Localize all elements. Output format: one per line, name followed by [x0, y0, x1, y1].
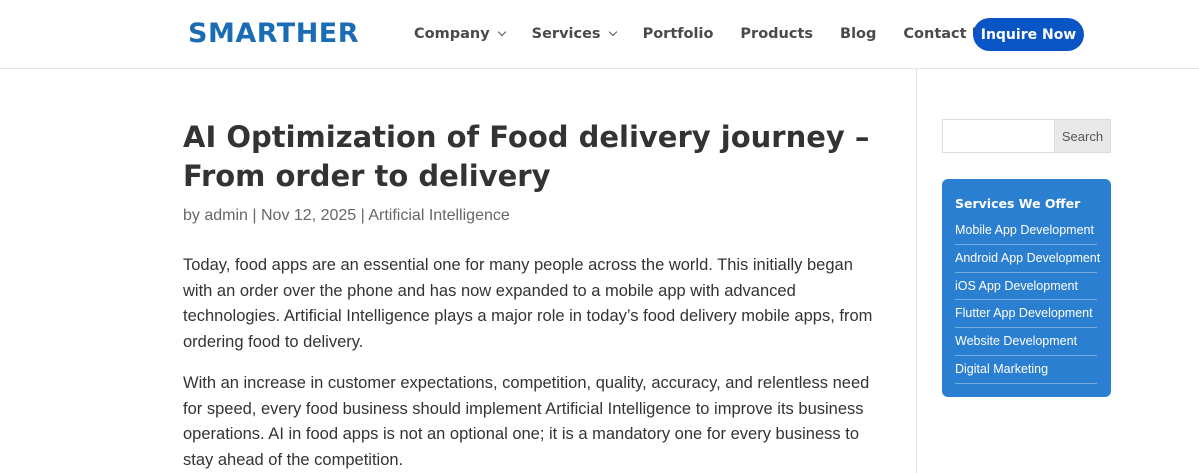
search-button[interactable]: Search — [1055, 119, 1111, 153]
chevron-down-icon — [608, 27, 617, 37]
service-link-mobile-app[interactable]: Mobile App Development — [955, 217, 1097, 245]
nav-item-label: Company — [414, 26, 490, 42]
article-title: AI Optimization of Food delivery journey… — [183, 120, 870, 193]
main-nav: Company Services Portfolio Products Blog… — [414, 22, 1019, 46]
service-link-flutter-app[interactable]: Flutter App Development — [955, 300, 1097, 329]
post-date: Nov 12, 2025 — [261, 207, 357, 224]
nav-item-label: Products — [740, 26, 814, 42]
site-header: SMARTHER Company Services Portfolio Prod… — [0, 0, 1199, 69]
nav-item-services[interactable]: Services — [531, 26, 617, 42]
nav-item-products[interactable]: Products — [740, 26, 813, 42]
inquire-now-button[interactable]: Inquire Now — [973, 18, 1084, 51]
nav-item-portfolio[interactable]: Portfolio — [643, 26, 714, 42]
meta-separator: | — [360, 207, 365, 224]
article-paragraph: Today, food apps are an essential one fo… — [183, 256, 873, 352]
chevron-down-icon — [497, 27, 506, 37]
article-meta: by admin | Nov 12, 2025 | Artificial Int… — [183, 207, 510, 225]
logo-text: SMARTHER — [188, 17, 360, 49]
services-widget: Services We Offer Mobile App Development… — [942, 179, 1111, 397]
service-link-website[interactable]: Website Development — [955, 328, 1097, 356]
nav-item-blog[interactable]: Blog — [840, 26, 876, 42]
nav-item-label: Services — [531, 26, 601, 42]
author-link[interactable]: admin — [204, 207, 248, 224]
search-input[interactable] — [942, 119, 1055, 153]
services-title: Services We Offer — [955, 196, 1081, 211]
service-link-digital-marketing[interactable]: Digital Marketing — [955, 356, 1097, 384]
meta-separator: | — [252, 207, 257, 224]
nav-item-company[interactable]: Company — [414, 26, 506, 42]
nav-item-label: Portfolio — [642, 26, 714, 42]
article-paragraph: With an increase in customer expectation… — [183, 374, 870, 470]
nav-item-label: Blog — [840, 26, 877, 42]
service-link-ios-app[interactable]: iOS App Development — [955, 273, 1097, 301]
site-logo[interactable]: SMARTHER — [188, 17, 360, 49]
service-link-android-app[interactable]: Android App Development — [955, 245, 1100, 273]
category-link[interactable]: Artificial Intelligence — [368, 207, 509, 224]
meta-prefix: by — [183, 207, 200, 224]
sidebar-divider — [916, 69, 917, 473]
